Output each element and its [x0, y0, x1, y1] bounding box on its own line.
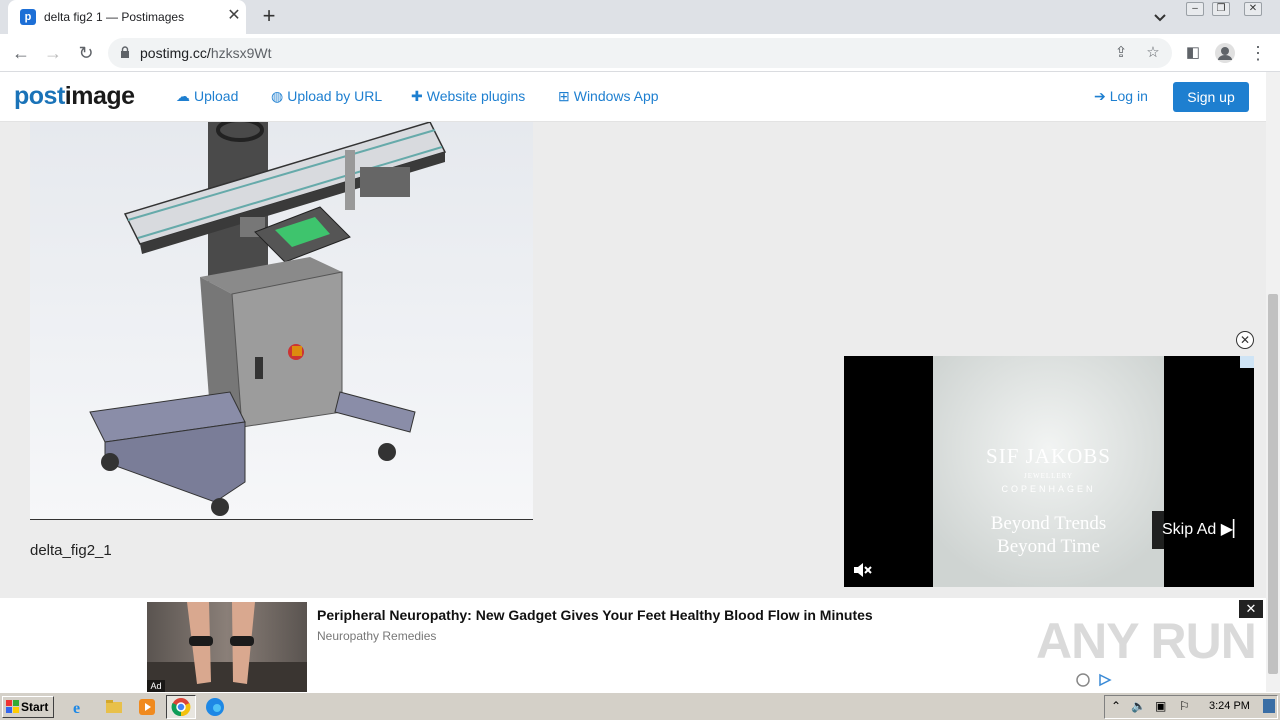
nav-upload-by-url-label: Upload by URL: [287, 88, 383, 104]
globe-icon: ◍: [271, 88, 284, 104]
tab-title: delta fig2 1 — Postimages: [44, 10, 185, 24]
uploaded-image[interactable]: [30, 122, 533, 520]
close-video-ad-button[interactable]: ✕: [1236, 331, 1254, 349]
new-tab-button[interactable]: +: [258, 5, 280, 28]
flag-icon[interactable]: ⚐: [1179, 699, 1190, 713]
minimize-button[interactable]: –: [1186, 2, 1204, 16]
adchoices-icon[interactable]: [1240, 356, 1254, 368]
video-ad-frame: SIF JAKOBS JEWELLERY COPENHAGEN Beyond T…: [933, 356, 1164, 587]
ad-brand-sub2: COPENHAGEN: [1001, 484, 1096, 494]
url-text: postimg.cc/hzksx9Wt: [140, 45, 272, 61]
anyrun-watermark: ANY RUN: [1036, 613, 1257, 669]
cloud-upload-icon: ☁: [176, 88, 190, 104]
taskbar: Start e ⌃ 🔈 ▣ ⚐ 3:24 PM: [0, 692, 1280, 720]
forward-button[interactable]: →: [40, 40, 66, 66]
nav-windows-app[interactable]: ⊞ Windows App: [558, 88, 659, 105]
browser-toolbar: ← → ↻ postimg.cc/hzksx9Wt ⇪ ☆ ◧ ⋮: [0, 34, 1280, 72]
tab-close-icon[interactable]: ✕: [224, 6, 244, 26]
ad-brand-sub1: JEWELLERY: [1023, 472, 1074, 480]
share-icon[interactable]: ⇪: [1112, 44, 1130, 62]
address-bar[interactable]: postimg.cc/hzksx9Wt ⇪ ☆: [108, 38, 1172, 68]
puzzle-icon: ✚: [411, 88, 423, 104]
show-desktop-icon[interactable]: [1263, 699, 1275, 713]
network-icon[interactable]: ▣: [1155, 699, 1166, 713]
url-path: hzksx9Wt: [210, 45, 272, 61]
ad-tagline-2: Beyond Time: [997, 536, 1100, 557]
windows-logo-icon: [6, 700, 19, 713]
volume-icon[interactable]: 🔈: [1131, 699, 1146, 713]
ad-brand: SIF JAKOBS: [986, 444, 1111, 468]
tray-expand-icon[interactable]: ⌃: [1111, 699, 1121, 713]
image-caption: delta_fig2_1: [30, 542, 112, 559]
edge-icon[interactable]: [205, 697, 225, 717]
start-label: Start: [21, 700, 49, 714]
postimage-logo[interactable]: postimage: [14, 82, 135, 111]
chevron-down-icon[interactable]: [1150, 7, 1170, 27]
start-button[interactable]: Start: [2, 696, 54, 718]
nav-upload-label: Upload: [194, 88, 239, 104]
side-panel-icon[interactable]: ◧: [1180, 40, 1206, 66]
svg-text:e: e: [73, 700, 80, 717]
sign-in-icon: ➔: [1094, 88, 1106, 104]
chrome-taskbar-button[interactable]: [166, 695, 196, 719]
machine-illustration: [89, 122, 447, 516]
scrollbar-thumb[interactable]: [1268, 294, 1278, 674]
restore-button[interactable]: ❐: [1212, 2, 1230, 16]
ad-badge: Ad: [147, 680, 165, 692]
system-tray: ⌃ 🔈 ▣ ⚐ 3:24 PM: [1104, 695, 1278, 719]
ie-icon[interactable]: e: [70, 697, 90, 717]
media-player-icon[interactable]: [137, 697, 157, 717]
tab-strip: p delta fig2 1 — Postimages ✕ + – ❐ ✕: [0, 0, 1280, 34]
video-ad[interactable]: SIF JAKOBS JEWELLERY COPENHAGEN Beyond T…: [844, 356, 1254, 587]
folder-icon[interactable]: [104, 697, 124, 717]
reload-button[interactable]: ↻: [73, 40, 99, 66]
browser-tab[interactable]: p delta fig2 1 — Postimages ✕: [8, 0, 246, 34]
chrome-icon: [171, 698, 191, 717]
adchoices-icon[interactable]: [1074, 672, 1114, 688]
skip-icon: ▶▏: [1220, 521, 1246, 538]
postimages-favicon-icon: p: [20, 9, 36, 25]
legs-photo: [147, 602, 307, 692]
ad-tagline-1: Beyond Trends: [990, 513, 1107, 534]
nav-windows-app-label: Windows App: [573, 88, 659, 104]
profile-avatar-icon[interactable]: [1212, 40, 1238, 66]
menu-kebab-icon[interactable]: ⋮: [1245, 40, 1271, 66]
windows-icon: ⊞: [558, 88, 570, 104]
nav-website-plugins-label: Website plugins: [426, 88, 526, 104]
ad-source: Neuropathy Remedies: [317, 629, 437, 643]
signup-button[interactable]: Sign up: [1173, 82, 1249, 112]
mute-icon[interactable]: [852, 560, 872, 580]
logo-post: post: [14, 82, 65, 110]
page-scrollbar[interactable]: [1266, 72, 1280, 692]
skip-ad-label: Skip Ad: [1162, 521, 1217, 538]
logo-image: image: [64, 82, 135, 110]
login-label: Log in: [1109, 88, 1148, 104]
close-window-button[interactable]: ✕: [1244, 2, 1262, 16]
ad-image[interactable]: Ad: [147, 602, 307, 692]
nav-upload-by-url[interactable]: ◍ Upload by URL: [271, 88, 382, 105]
taskbar-clock[interactable]: 3:24 PM: [1209, 700, 1250, 712]
ad-headline[interactable]: Peripheral Neuropathy: New Gadget Gives …: [317, 607, 873, 623]
nav-website-plugins[interactable]: ✚ Website plugins: [411, 88, 525, 105]
lock-icon: [121, 46, 129, 58]
nav-upload[interactable]: ☁ Upload: [176, 88, 238, 105]
skip-ad-button[interactable]: Skip Ad ▶▏: [1152, 511, 1254, 549]
site-header: postimage ☁ Upload ◍ Upload by URL ✚ Websit…: [0, 72, 1266, 122]
back-button[interactable]: ←: [8, 40, 34, 66]
bookmark-star-icon[interactable]: ☆: [1144, 44, 1162, 62]
login-link[interactable]: ➔ Log in: [1094, 88, 1148, 105]
url-domain: postimg.cc/: [140, 45, 211, 61]
